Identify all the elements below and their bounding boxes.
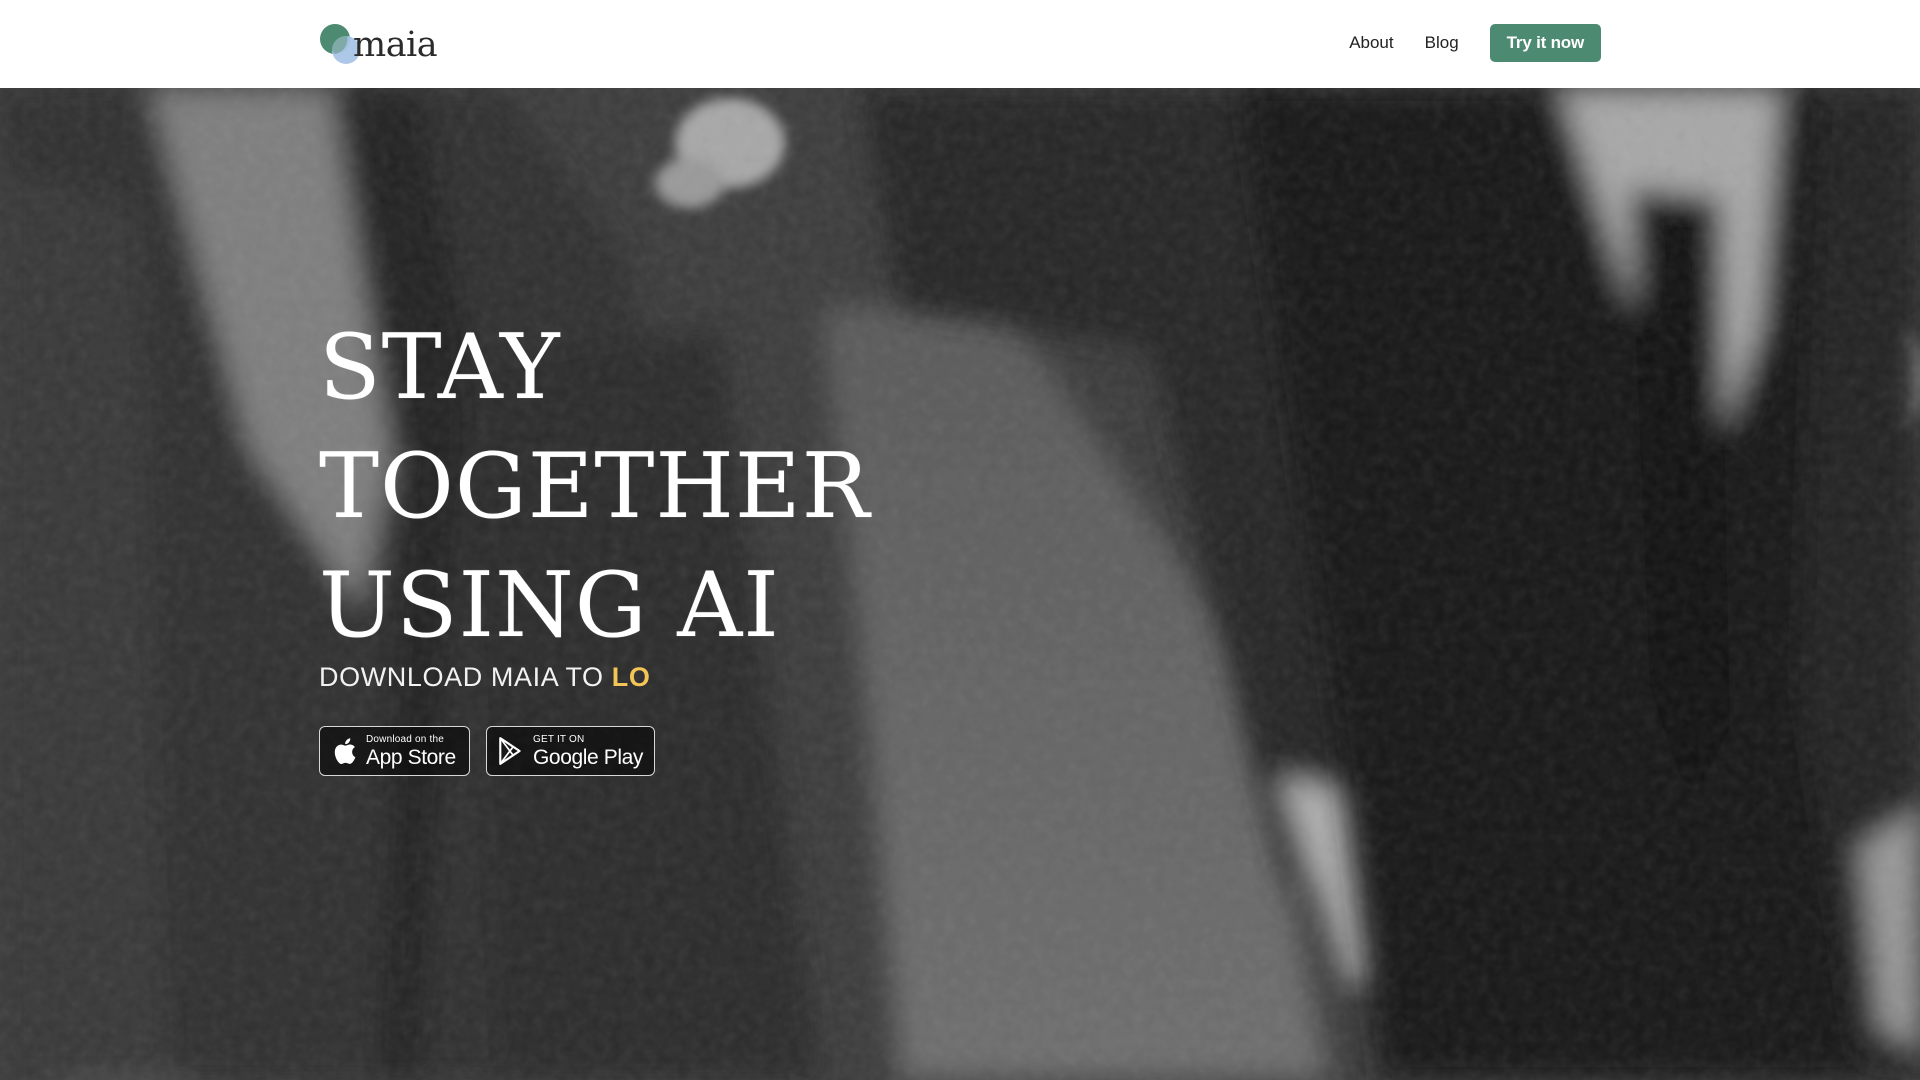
- hero-subtitle-prefix: DOWNLOAD MAIA TO: [319, 662, 612, 692]
- hero-title-line-2: TOGETHER: [319, 434, 871, 539]
- app-store-badge-label: App Store: [366, 745, 456, 769]
- main-nav: About Blog Try it now: [1349, 24, 1601, 62]
- logo-text: maia: [353, 25, 438, 65]
- maia-logo[interactable]: maia: [319, 24, 438, 66]
- google-play-icon: [499, 737, 521, 765]
- nav-about-link[interactable]: About: [1349, 33, 1393, 53]
- google-play-badge-text: GET IT ON Google Play: [533, 733, 644, 769]
- hero-subtitle-accent: LO: [611, 662, 651, 692]
- nav-blog-link[interactable]: Blog: [1425, 33, 1459, 53]
- app-store-badge-small-text: Download on the: [366, 733, 445, 745]
- google-play-badge-label: Google Play: [533, 745, 644, 769]
- app-store-badge-text: Download on the App Store: [366, 733, 456, 769]
- apple-icon: [334, 738, 356, 764]
- try-it-now-button[interactable]: Try it now: [1489, 24, 1601, 62]
- hero-title-line-1: STAY: [319, 315, 561, 420]
- hero-section: STAY TOGETHER USING AI DOWNLOAD MAIA TO …: [0, 88, 1920, 1080]
- google-play-badge[interactable]: GET IT ON Google Play: [486, 726, 655, 776]
- hero-content: STAY TOGETHER USING AI DOWNLOAD MAIA TO …: [319, 308, 1019, 776]
- hero-title-line-3: USING AI: [319, 553, 780, 658]
- store-badges: Download on the App Store GET IT ON Goog…: [319, 726, 1019, 776]
- google-play-badge-small-text: GET IT ON: [533, 733, 585, 745]
- site-header: maia About Blog Try it now: [0, 0, 1920, 88]
- hero-title: STAY TOGETHER USING AI: [319, 308, 1019, 665]
- app-store-badge[interactable]: Download on the App Store: [319, 726, 470, 776]
